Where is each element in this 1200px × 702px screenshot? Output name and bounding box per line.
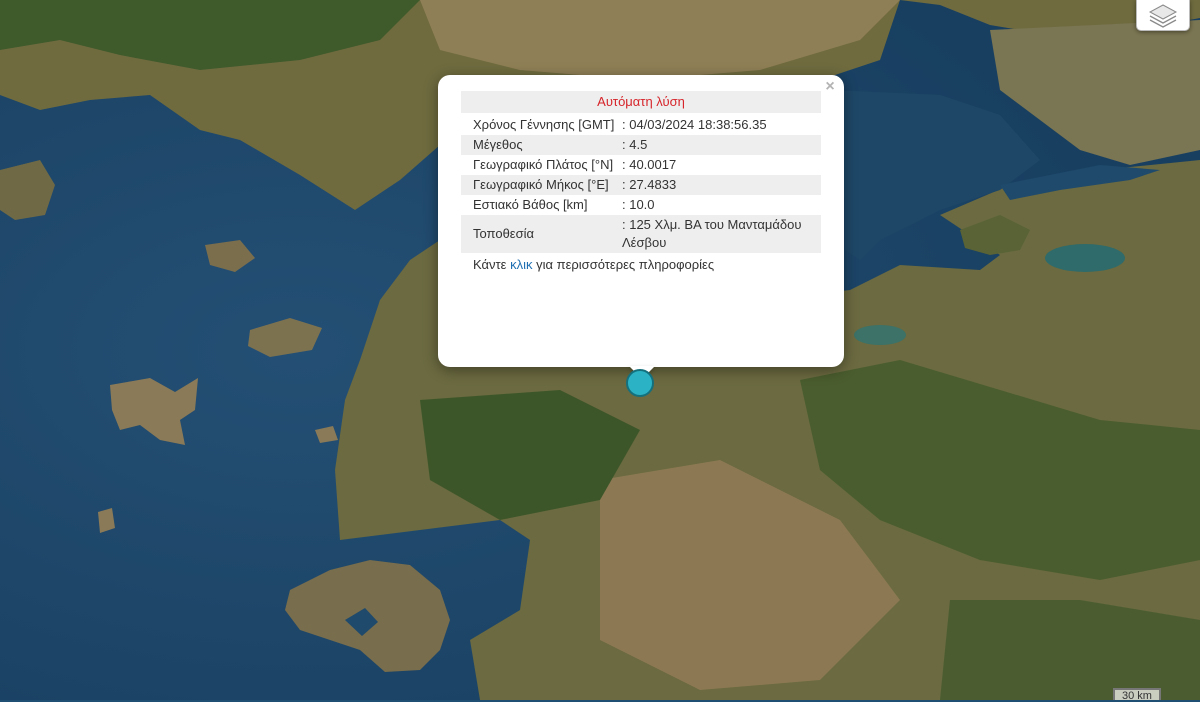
detail-row-longitude: Γεωγραφικό Μήκος [°E] : 27.4833: [461, 175, 821, 195]
popup-close-button[interactable]: ×: [822, 79, 838, 95]
detail-row-location: Τοποθεσία : 125 Χλμ. ΒΑ του Μανταμάδου Λ…: [461, 215, 821, 253]
earthquake-details-table: Χρόνος Γέννησης [GMT] : 04/03/2024 18:38…: [461, 115, 821, 253]
detail-row-origin-time: Χρόνος Γέννησης [GMT] : 04/03/2024 18:38…: [461, 115, 821, 135]
layers-icon: [1148, 4, 1178, 28]
more-info-prefix: Κάντε: [473, 257, 507, 272]
land-southeast-forest: [940, 600, 1200, 700]
more-info-link[interactable]: κλικ: [510, 257, 532, 272]
detail-value: : 10.0: [622, 197, 655, 212]
earthquake-info-popup: × Αυτόματη λύση Χρόνος Γέννησης [GMT] : …: [438, 75, 844, 367]
detail-row-latitude: Γεωγραφικό Πλάτος [°N] : 40.0017: [461, 155, 821, 175]
detail-label: Εστιακό Βάθος [km]: [473, 197, 588, 212]
detail-value: : 40.0017: [622, 157, 677, 172]
layers-control-button[interactable]: [1136, 0, 1190, 31]
more-info-line: Κάντε κλικ για περισσότερες πληροφορίες: [461, 255, 821, 275]
lake-iznik: [1045, 244, 1125, 272]
detail-row-magnitude: Μέγεθος : 4.5: [461, 135, 821, 155]
popup-title: Αυτόματη λύση: [461, 91, 821, 113]
more-info-suffix: για περισσότερες πληροφορίες: [536, 257, 715, 272]
popup-content: Αυτόματη λύση Χρόνος Γέννησης [GMT] : 04…: [461, 91, 821, 275]
detail-label: Γεωγραφικό Μήκος [°E]: [461, 175, 618, 195]
detail-label: Τοποθεσία: [461, 215, 618, 253]
detail-value: : 04/03/2024 18:38:56.35: [622, 117, 767, 132]
detail-label: Μέγεθος: [461, 135, 618, 155]
detail-value: : 125 Χλμ. ΒΑ του Μανταμάδου Λέσβου: [618, 215, 821, 253]
detail-value: : 4.5: [618, 135, 821, 155]
earthquake-marker[interactable]: [626, 369, 654, 397]
detail-row-depth: Εστιακό Βάθος [km] : 10.0: [461, 195, 821, 215]
detail-value: : 27.4833: [618, 175, 821, 195]
scale-bar: 30 km: [1113, 688, 1161, 702]
detail-label: Γεωγραφικό Πλάτος [°N]: [473, 157, 614, 172]
detail-label: Χρόνος Γέννησης [GMT]: [473, 117, 615, 132]
lake-uluabat: [854, 325, 906, 345]
